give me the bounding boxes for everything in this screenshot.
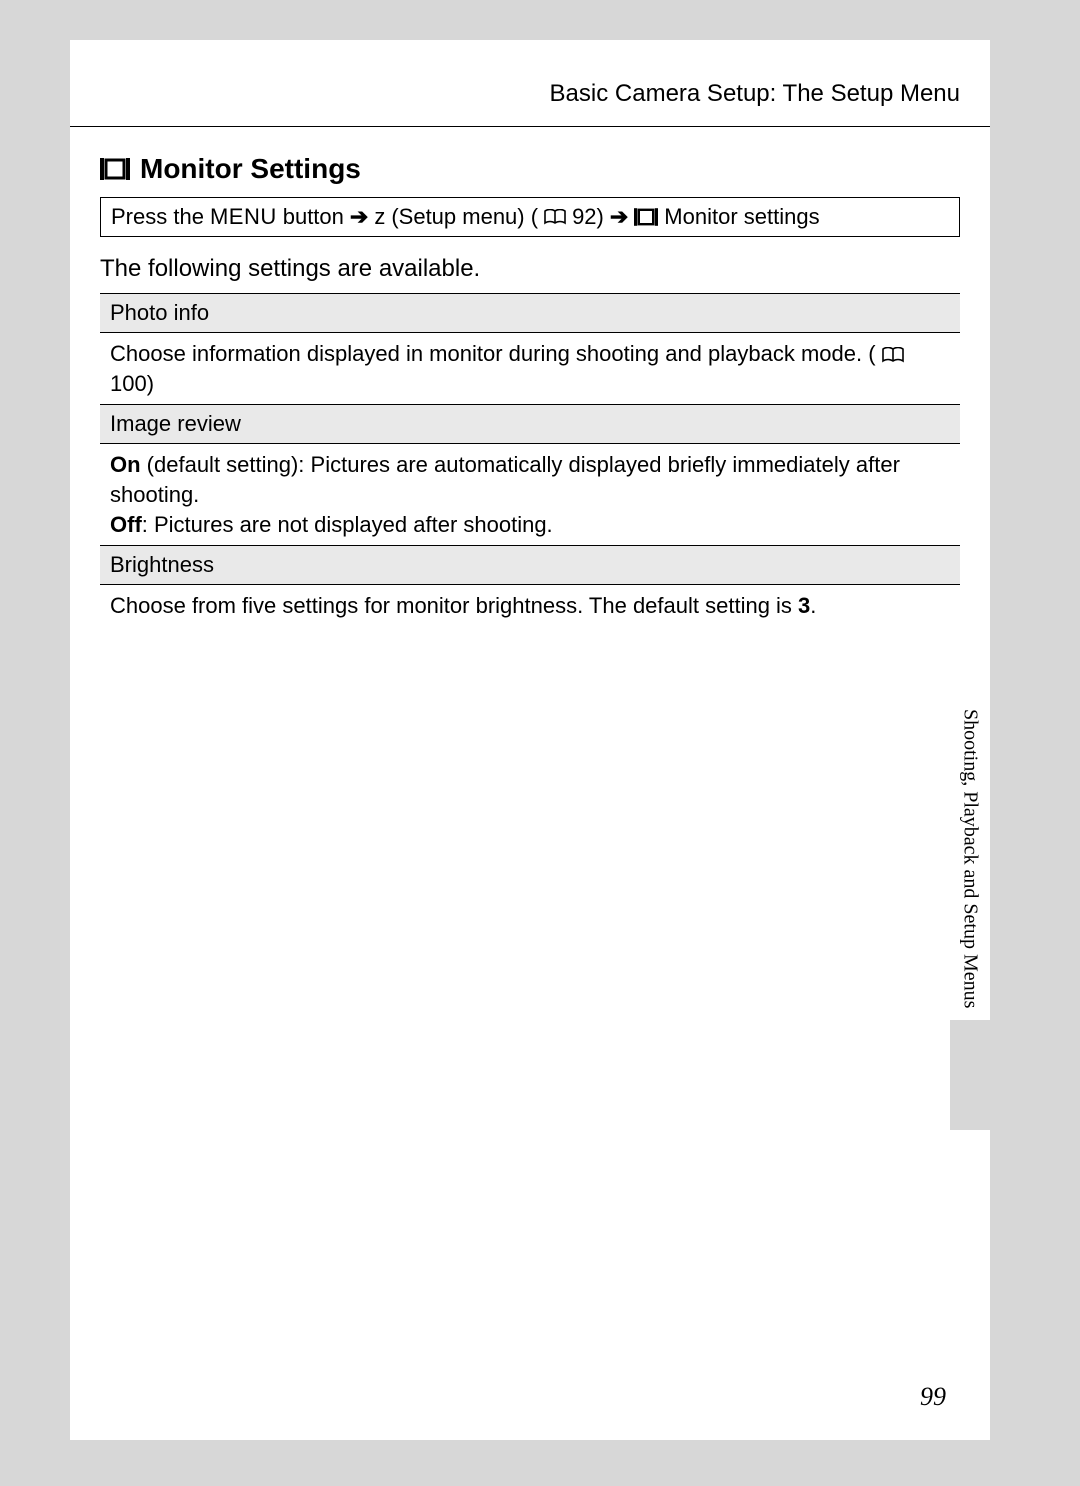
setup-text: (Setup menu) ( xyxy=(391,204,538,230)
menu-button-label: MENU xyxy=(210,204,277,230)
row-body-image-review: On (default setting): Pictures are autom… xyxy=(100,444,960,546)
row-head-photo-info: Photo info xyxy=(100,294,960,333)
photo-info-text-a: Choose information displayed in monitor … xyxy=(110,341,876,366)
image-review-off-text: : Pictures are not displayed after shoot… xyxy=(142,512,553,537)
row-body-brightness: Choose from five settings for monitor br… xyxy=(100,585,960,627)
nav-after-menu: button xyxy=(283,204,344,230)
intro-text: The following settings are available. xyxy=(70,251,990,293)
arrow-icon: ➔ xyxy=(350,204,368,230)
page-number: 99 xyxy=(920,1382,946,1412)
side-tab-shade xyxy=(950,1020,990,1130)
breadcrumb: Basic Camera Setup: The Setup Menu xyxy=(70,40,990,126)
document-page: Basic Camera Setup: The Setup Menu Monit… xyxy=(70,40,990,1440)
header-divider xyxy=(70,126,990,127)
brightness-text-b: . xyxy=(810,593,816,618)
monitor-icon xyxy=(634,208,658,226)
row-head-image-review: Image review xyxy=(100,405,960,444)
section-title: Monitor Settings xyxy=(70,145,990,197)
row-body-photo-info: Choose information displayed in monitor … xyxy=(100,333,960,405)
brightness-text-a: Choose from five settings for monitor br… xyxy=(110,593,798,618)
side-tab-label: Shooting, Playback and Setup Menus xyxy=(959,705,982,1008)
row-head-brightness: Brightness xyxy=(100,546,960,585)
image-review-off-label: Off xyxy=(110,512,142,537)
brightness-value: 3 xyxy=(798,593,810,618)
nav-pageref-1: 92) xyxy=(572,204,604,230)
section-title-text: Monitor Settings xyxy=(140,153,361,185)
book-icon xyxy=(882,347,904,363)
monitor-icon xyxy=(100,157,130,181)
image-review-on-text: (default setting): Pictures are automati… xyxy=(110,452,900,507)
settings-table: Photo info Choose information displayed … xyxy=(100,293,960,627)
image-review-on-label: On xyxy=(110,452,141,477)
photo-info-pageref: 100) xyxy=(110,371,154,396)
book-icon xyxy=(544,209,566,225)
arrow-icon: ➔ xyxy=(610,204,628,230)
setup-symbol: z xyxy=(374,204,385,230)
nav-prefix: Press the xyxy=(111,204,204,230)
navigation-path-box: Press the MENU button ➔ z (Setup menu) (… xyxy=(100,197,960,237)
nav-monitor-text: Monitor settings xyxy=(664,204,819,230)
